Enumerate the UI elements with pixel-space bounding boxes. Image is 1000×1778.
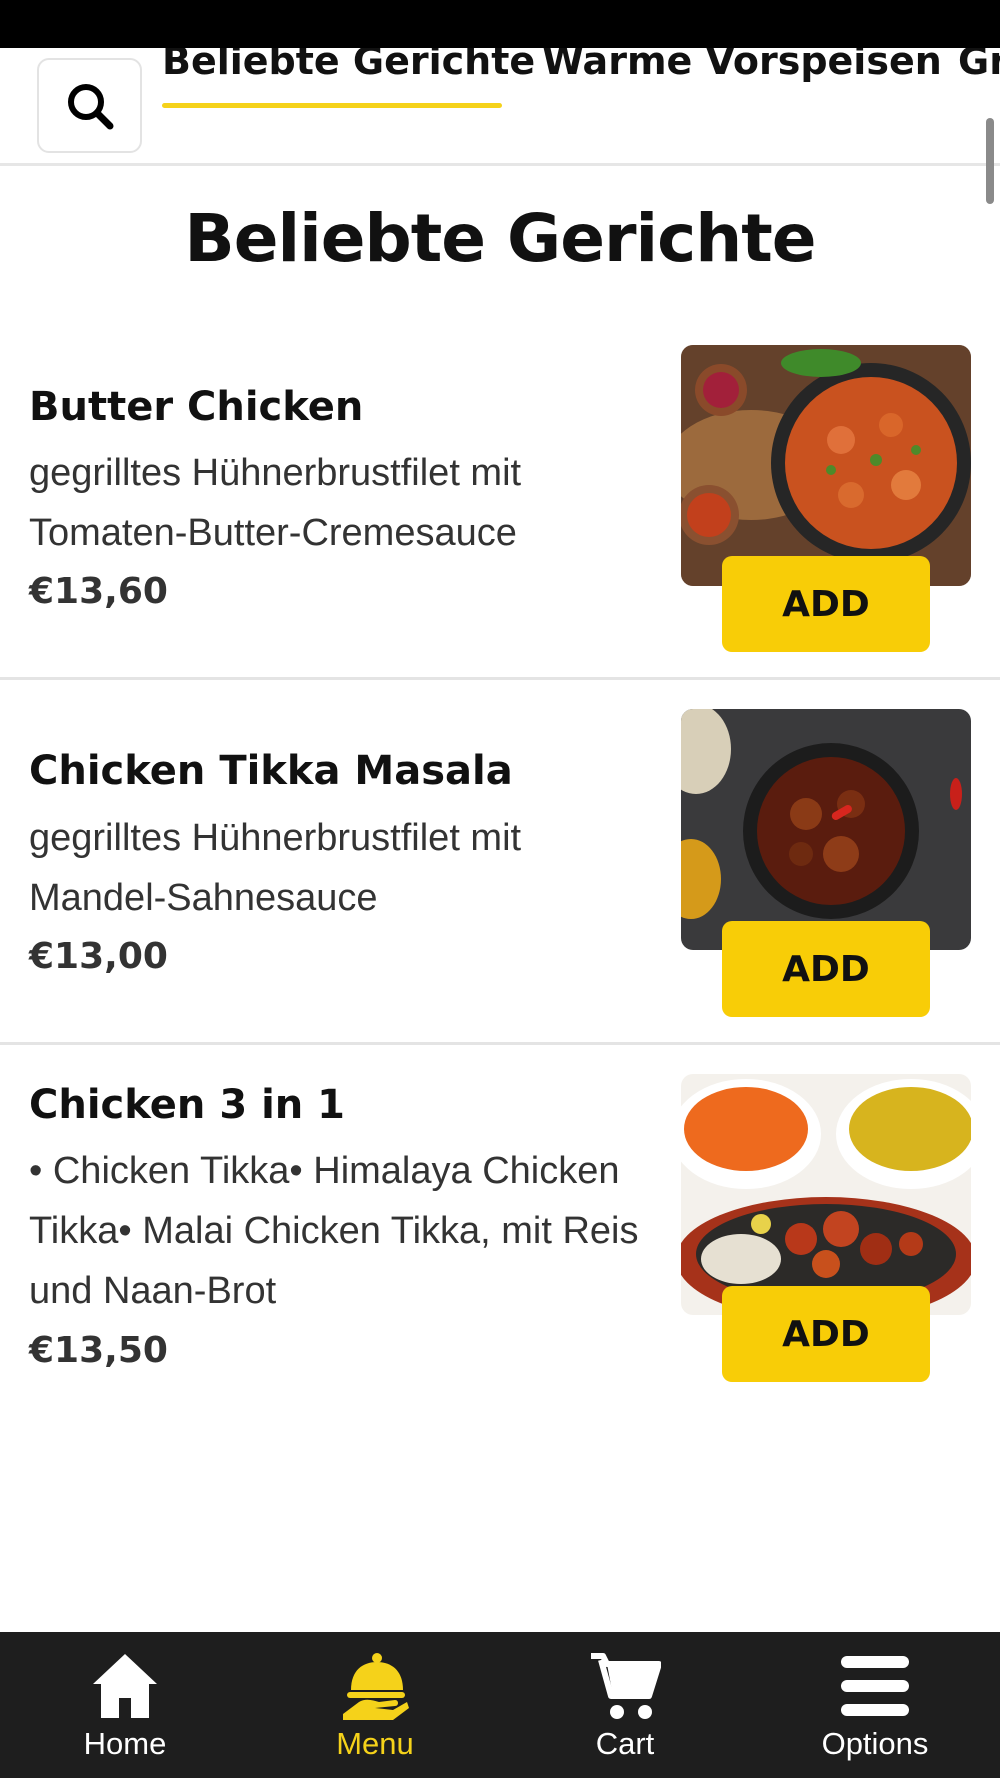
nav-options[interactable]: Options (750, 1632, 1000, 1778)
item-description: gegrilltes Hühnerbrustfilet mit Tomaten-… (29, 452, 522, 554)
status-bar (0, 0, 1000, 48)
item-price: €13,50 (29, 1330, 168, 1371)
nav-label: Home (83, 1726, 167, 1761)
scrollbar-thumb[interactable] (986, 118, 994, 204)
divider (0, 677, 1000, 680)
add-to-cart-button[interactable]: ADD (722, 921, 930, 1017)
butter-chicken-photo (681, 345, 971, 586)
nav-home[interactable]: Home (0, 1632, 250, 1778)
search-button[interactable] (37, 58, 142, 153)
add-to-cart-button[interactable]: ADD (722, 556, 930, 652)
tab-label: Beliebte Gerichte (162, 48, 536, 83)
food-tray-icon (343, 1653, 409, 1720)
item-name: Chicken Tikka Masala (29, 748, 513, 794)
nav-cart[interactable]: Cart (500, 1632, 750, 1778)
tab-beliebte-gerichte[interactable]: Beliebte Gerichte (162, 48, 536, 108)
home-icon (93, 1654, 157, 1718)
item-name: Chicken 3 in 1 (29, 1082, 346, 1128)
category-header: Beliebte Gerichte Warme Vorspeisen Gr (0, 48, 1000, 166)
tab-label: Gr (958, 48, 1000, 83)
nav-label: Options (821, 1726, 929, 1761)
item-price: €13,60 (29, 571, 168, 612)
cart-icon (591, 1653, 661, 1719)
chicken-3-in-1-photo (681, 1074, 971, 1315)
item-description: gegrilltes Hühnerbrustfilet mit Mandel-S… (29, 817, 522, 919)
active-tab-indicator (162, 103, 502, 108)
bottom-navigation: Home Menu Cart Options (0, 1632, 1000, 1778)
nav-menu[interactable]: Menu (250, 1632, 500, 1778)
menu-icon (841, 1656, 909, 1716)
divider (0, 1042, 1000, 1045)
add-to-cart-button[interactable]: ADD (722, 1286, 930, 1382)
tab-warme-vorspeisen[interactable]: Warme Vorspeisen (542, 48, 942, 96)
tab-gr[interactable]: Gr (958, 48, 1000, 96)
item-name: Butter Chicken (29, 384, 364, 430)
section-title: Beliebte Gerichte (184, 200, 816, 277)
search-icon (67, 83, 113, 129)
item-description: • Chicken Tikka• Himalaya Chicken Tikka•… (29, 1150, 639, 1312)
nav-label: Menu (336, 1726, 414, 1761)
tab-label: Warme Vorspeisen (542, 48, 942, 83)
nav-label: Cart (595, 1726, 655, 1761)
chicken-tikka-masala-photo (681, 709, 971, 950)
item-price: €13,00 (29, 936, 168, 977)
